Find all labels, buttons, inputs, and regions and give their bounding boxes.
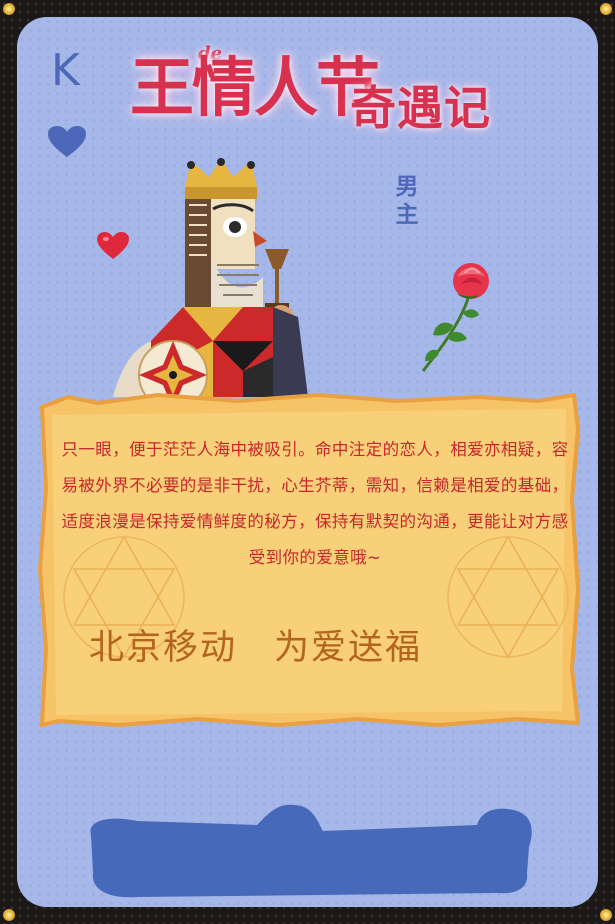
card-rank: K [51, 45, 80, 96]
playing-card: K de 王情人节 奇遇记 男主 只一眼，便于茫茫人海中被吸引。命中注定的恋人，… [17, 17, 598, 907]
description-text: 只一眼，便于茫茫人海中被吸引。命中注定的恋人，相爱亦相疑，容易被外界不必要的是非… [61, 440, 569, 567]
redaction-smear [90, 804, 532, 898]
page-subtitle: 奇遇记 [350, 81, 491, 135]
king-illustration [113, 158, 308, 397]
page-title: 王情人节 [130, 51, 380, 126]
card-frame: K de 王情人节 奇遇记 男主 只一眼，便于茫茫人海中被吸引。命中注定的恋人，… [0, 0, 615, 924]
slogan-text: 北京移动 为爱送福 [89, 628, 423, 668]
corner-ornament [3, 909, 15, 921]
corner-ornament [3, 3, 15, 15]
title-logo: de 王情人节 奇遇记 [130, 43, 550, 155]
rose-illustration [421, 263, 489, 372]
role-label: 男主 [395, 174, 419, 228]
corner-ornament [600, 909, 612, 921]
heart-suit-icon [48, 126, 86, 157]
corner-ornament [600, 3, 612, 15]
